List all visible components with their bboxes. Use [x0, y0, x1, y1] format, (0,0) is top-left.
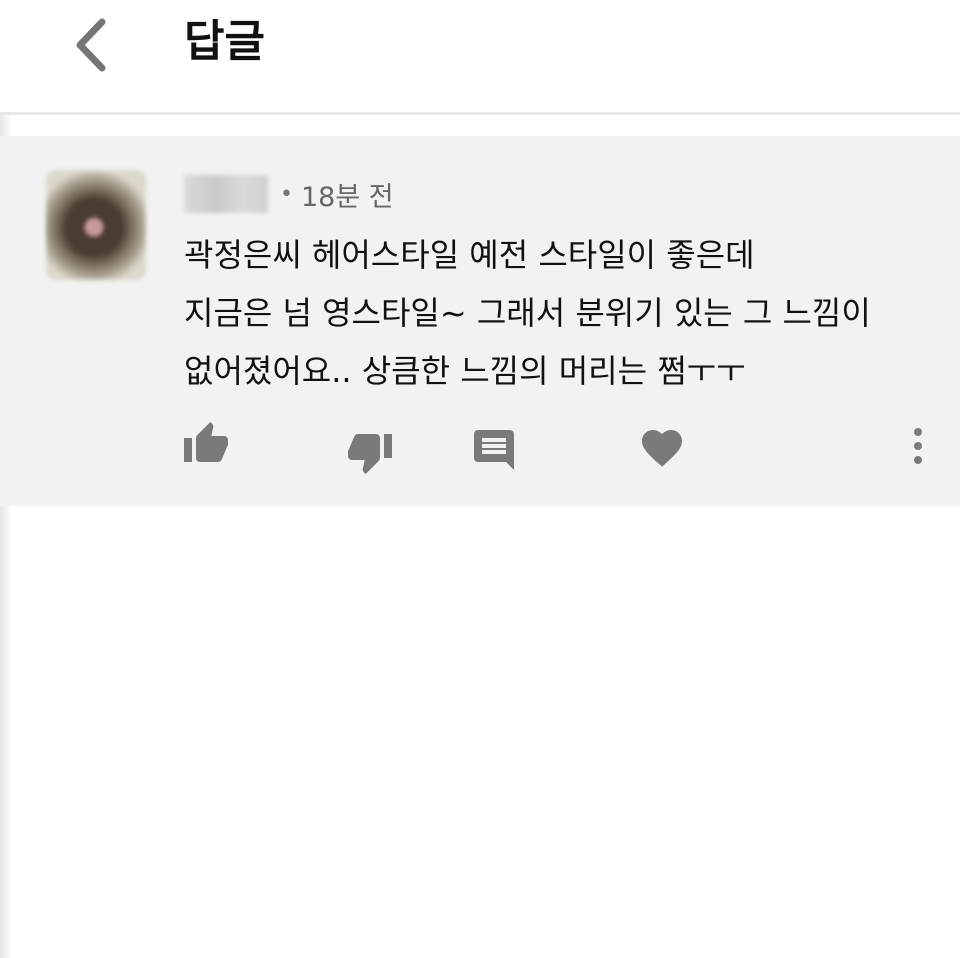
screen: 답글 • 18분 전 곽정은씨 헤어스타일 예전 스타일이 좋은데 지금은 넘 …: [0, 0, 960, 958]
reply-button[interactable]: [470, 426, 518, 474]
heart-button[interactable]: [638, 424, 686, 472]
app-header: 답글: [0, 0, 960, 112]
avatar[interactable]: [46, 170, 146, 280]
comment-line: 곽정은씨 헤어스타일 예전 스타일이 좋은데: [184, 236, 755, 274]
comment-line: 없어졌어요.. 상큼한 느낌의 머리는 쩜ㅜㅜ: [184, 352, 746, 390]
separator-dot: •: [280, 181, 293, 207]
author-name[interactable]: [184, 175, 268, 213]
dislike-button[interactable]: [346, 428, 394, 476]
like-button[interactable]: [182, 420, 230, 468]
more-options-button[interactable]: [894, 422, 942, 470]
more-vertical-icon: [914, 428, 922, 464]
chevron-left-icon: [76, 18, 106, 72]
page-title: 답글: [184, 16, 265, 67]
comment-line: 지금은 넘 영스타일~ 그래서 분위기 있는 그 느낌이: [184, 294, 871, 332]
comment-icon: [474, 430, 514, 470]
comment-meta: • 18분 전: [184, 174, 394, 214]
thumbs-down-icon: [348, 434, 392, 474]
thumbs-up-icon: [184, 422, 228, 462]
heart-icon: [642, 430, 682, 467]
comment-card: • 18분 전 곽정은씨 헤어스타일 예전 스타일이 좋은데 지금은 넘 영스타…: [0, 136, 960, 506]
back-button[interactable]: [62, 12, 122, 78]
comment-timestamp: 18분 전: [300, 181, 394, 213]
header-divider: [0, 112, 960, 115]
comment-body: 곽정은씨 헤어스타일 예전 스타일이 좋은데 지금은 넘 영스타일~ 그래서 분…: [184, 226, 924, 400]
